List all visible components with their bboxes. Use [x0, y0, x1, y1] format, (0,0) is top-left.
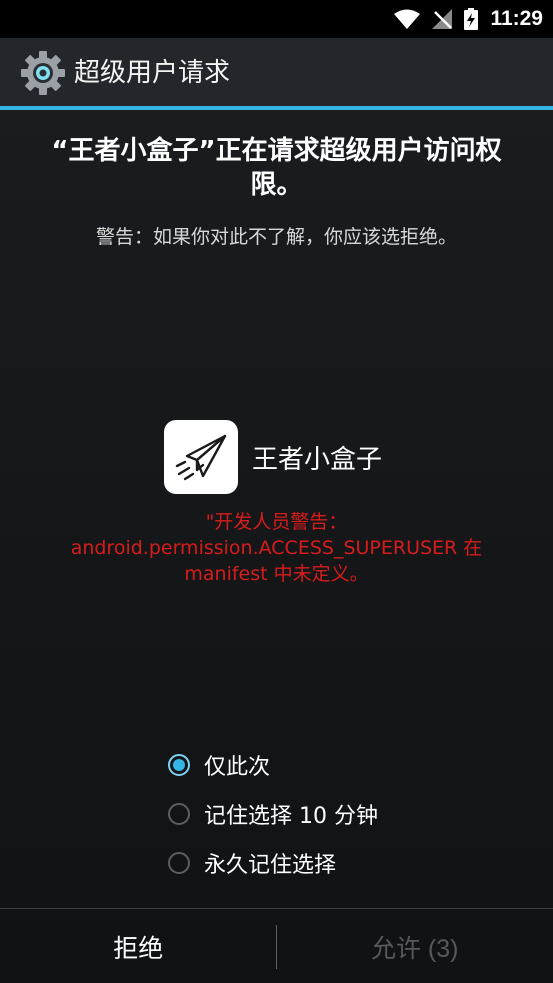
radio-dot: [173, 758, 185, 771]
app-icon: [164, 420, 238, 494]
radio-remember-forever[interactable]: [168, 851, 190, 874]
status-icons: 11:29: [394, 0, 543, 38]
paper-plane-icon: [175, 434, 227, 481]
deny-button[interactable]: 拒绝: [0, 909, 277, 983]
developer-warning-line-2: android.permission.ACCESS_SUPERUSER 在: [70, 537, 483, 559]
option-once[interactable]: 仅此次: [168, 740, 378, 789]
app-name: 王者小盒子: [252, 444, 383, 475]
option-label: 记住选择 10 分钟: [204, 803, 378, 829]
option-label: 永久记住选择: [204, 852, 337, 878]
option-label: 仅此次: [204, 754, 271, 780]
remember-options: 仅此次 记住选择 10 分钟 永久记住选择: [168, 740, 378, 887]
developer-warning-line-1: "开发人员警告：: [205, 511, 348, 533]
status-time: 11:29: [490, 7, 543, 30]
gear-icon: [21, 51, 65, 95]
option-remember-forever[interactable]: 永久记住选择: [168, 838, 378, 887]
action-bar: 超级用户请求: [0, 38, 553, 108]
wifi-icon: [394, 9, 421, 29]
request-headline: “王者小盒子”正在请求超级用户访问权限。: [51, 136, 502, 200]
button-divider: [276, 925, 277, 969]
superuser-request-screen: 11:29 超级用户请求 “王者小盒子”正在请求超级用户访问权限。 警告：如果你…: [0, 0, 553, 983]
battery-charging-icon: [464, 8, 479, 30]
developer-warning: "开发人员警告： android.permission.ACCESS_SUPER…: [30, 509, 523, 587]
option-remember-10-min[interactable]: 记住选择 10 分钟: [168, 789, 378, 838]
app-info: 王者小盒子: [164, 420, 382, 494]
action-bar-title: 超级用户请求: [74, 58, 231, 88]
allow-button[interactable]: 允许 (3): [277, 909, 553, 983]
radio-remember-10-min[interactable]: [168, 802, 190, 825]
status-bar: 11:29: [0, 0, 553, 38]
request-warning: 警告：如果你对此不了解，你应该选拒绝。: [95, 226, 457, 248]
developer-warning-line-3: manifest 中未定义。: [184, 563, 369, 585]
button-bar: 拒绝 允许 (3): [0, 908, 553, 983]
radio-once[interactable]: [168, 753, 190, 776]
no-signal-icon: [432, 9, 453, 29]
action-bar-accent-line: [0, 106, 553, 110]
